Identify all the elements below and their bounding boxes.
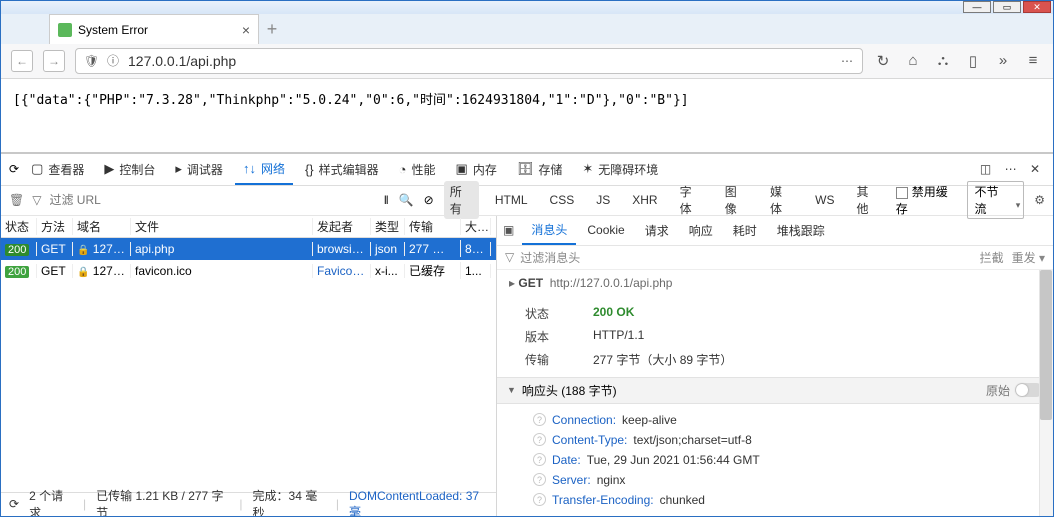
response-headers-section[interactable]: ▼ 响应头 (188 字节) 原始 <box>497 377 1053 404</box>
filter-font[interactable]: 字体 <box>674 181 709 219</box>
scrollbar[interactable] <box>1039 270 1053 516</box>
request-line: ▸ GET http://127.0.0.1/api.php <box>497 270 1053 296</box>
tab-title: System Error <box>78 23 236 37</box>
detail-tab-response[interactable]: 响应 <box>680 216 722 246</box>
network-icon: ↑↓ <box>243 161 256 176</box>
help-icon[interactable]: ? <box>533 433 546 446</box>
tab-inspector[interactable]: ▢查看器 <box>23 153 92 185</box>
gauge-icon: ◔ <box>399 162 407 177</box>
block-button[interactable]: 拦截 <box>980 249 1004 266</box>
console-icon: ▶ <box>104 161 114 177</box>
network-row[interactable]: 200 GET 🔒 127.0... api.php browsin... js… <box>1 238 496 260</box>
a11y-icon: ✶ <box>582 161 593 177</box>
filter-all[interactable]: 所有 <box>444 181 479 219</box>
close-window-button[interactable]: ✕ <box>1023 1 1051 13</box>
filter-other[interactable]: 其他 <box>851 181 886 219</box>
detail-tab-stack[interactable]: 堆栈跟踪 <box>768 216 834 246</box>
filter-ws[interactable]: WS <box>809 191 840 209</box>
filter-html[interactable]: HTML <box>489 191 534 209</box>
tab-style[interactable]: {}样式编辑器 <box>297 153 387 185</box>
library-icon[interactable]: ⛬ <box>933 52 953 69</box>
more-icon[interactable]: ⋯ <box>1005 162 1017 176</box>
throttle-dropdown[interactable]: 不节流 <box>967 181 1024 219</box>
shield-icon: 🛡 <box>84 54 98 68</box>
db-icon: 🗄 <box>517 161 534 177</box>
back-detail-icon[interactable]: ▣ <box>503 223 514 237</box>
address-bar[interactable]: 🛡 ⓘ 127.0.0.1/api.php ⋯ <box>75 48 863 74</box>
filter-headers-input[interactable]: 过滤消息头 <box>520 249 580 266</box>
filter-js[interactable]: JS <box>590 191 616 209</box>
tab-debugger[interactable]: ▸调试器 <box>167 153 231 185</box>
network-table-header: 状态 方法 域名 文件 发起者 类型 传输 大小 <box>1 216 496 238</box>
filter-url-input[interactable] <box>49 190 375 210</box>
box-icon: ▢ <box>31 161 43 177</box>
filter-media[interactable]: 媒体 <box>764 181 799 219</box>
search-icon[interactable]: 🔍 <box>399 193 414 207</box>
filter-xhr[interactable]: XHR <box>626 191 663 209</box>
bug-icon: ▸ <box>175 161 182 177</box>
tab-network[interactable]: ↑↓网络 <box>235 153 293 185</box>
forward-button[interactable]: → <box>43 50 65 72</box>
detail-tab-request[interactable]: 请求 <box>636 216 678 246</box>
chevron-icon[interactable]: » <box>993 52 1013 69</box>
help-icon[interactable]: ? <box>533 473 546 486</box>
help-icon[interactable]: ? <box>533 413 546 426</box>
response-header: ?Server: nginx <box>509 470 1041 490</box>
refresh-icon[interactable]: ⟳ <box>9 497 19 511</box>
brush-icon: {} <box>305 162 314 177</box>
sidebar-icon[interactable]: ▯ <box>963 52 983 70</box>
tab-console[interactable]: ▶控制台 <box>96 153 163 185</box>
response-header: ?Connection: keep-alive <box>509 410 1041 430</box>
disable-cache-checkbox[interactable]: 禁用缓存 <box>896 183 958 217</box>
clear-icon[interactable]: 🗑 <box>9 193 24 207</box>
lock-icon: 🔒 <box>77 245 89 256</box>
funnel-icon: ▽ <box>505 250 514 264</box>
info-icon[interactable]: ⓘ <box>106 52 120 69</box>
response-header: ?Transfer-Encoding: chunked <box>509 490 1041 510</box>
response-header: ?Date: Tue, 29 Jun 2021 01:56:44 GMT <box>509 450 1041 470</box>
devtools-dock-icon[interactable]: ⟳ <box>9 162 19 176</box>
pause-icon[interactable]: ‖ <box>384 193 389 207</box>
minimize-button[interactable]: — <box>963 1 991 13</box>
ellipsis-icon[interactable]: ⋯ <box>840 54 854 68</box>
network-row[interactable]: 200 GET 🔒 127.0... favicon.ico FaviconL.… <box>1 260 496 282</box>
filter-css[interactable]: CSS <box>544 191 581 209</box>
help-icon[interactable]: ? <box>533 453 546 466</box>
resend-button[interactable]: 重发 ▾ <box>1012 249 1045 266</box>
new-tab-button[interactable]: + <box>259 14 285 44</box>
browser-tab[interactable]: System Error × <box>49 14 259 44</box>
detail-tab-headers[interactable]: 消息头 <box>522 216 576 246</box>
close-devtools-icon[interactable]: ✕ <box>1030 162 1040 176</box>
reload-button[interactable]: ↻ <box>873 52 893 70</box>
close-tab-icon[interactable]: × <box>242 22 250 38</box>
detail-tab-cookies[interactable]: Cookie <box>578 216 633 246</box>
twisty-icon: ▼ <box>507 385 516 395</box>
page-content: [{"data":{"PHP":"7.3.28","Thinkphp":"5.0… <box>1 79 1053 152</box>
detail-tab-timing[interactable]: 耗时 <box>724 216 766 246</box>
back-button[interactable]: ← <box>11 50 33 72</box>
home-button[interactable]: ⌂ <box>903 52 923 69</box>
filter-icon[interactable]: ▽ <box>32 193 41 207</box>
dock-side-icon[interactable]: ◫ <box>980 162 991 176</box>
menu-icon[interactable]: ≡ <box>1023 52 1043 69</box>
settings-icon[interactable]: ⚙ <box>1034 193 1045 207</box>
help-icon[interactable]: ? <box>533 493 546 506</box>
lock-icon: 🔒 <box>77 267 89 278</box>
leaf-icon <box>58 23 72 37</box>
url-text: 127.0.0.1/api.php <box>128 53 832 69</box>
filter-img[interactable]: 图像 <box>719 181 754 219</box>
maximize-button[interactable]: ▭ <box>993 1 1021 13</box>
network-footer: ⟳ 2 个请求| 已传输 1.21 KB / 277 字节| 完成：34 毫秒|… <box>1 492 496 516</box>
response-header: ?Content-Type: text/json;charset=utf-8 <box>509 430 1041 450</box>
block-icon[interactable]: ⊘ <box>424 193 434 207</box>
chip-icon: ▣ <box>456 161 468 177</box>
